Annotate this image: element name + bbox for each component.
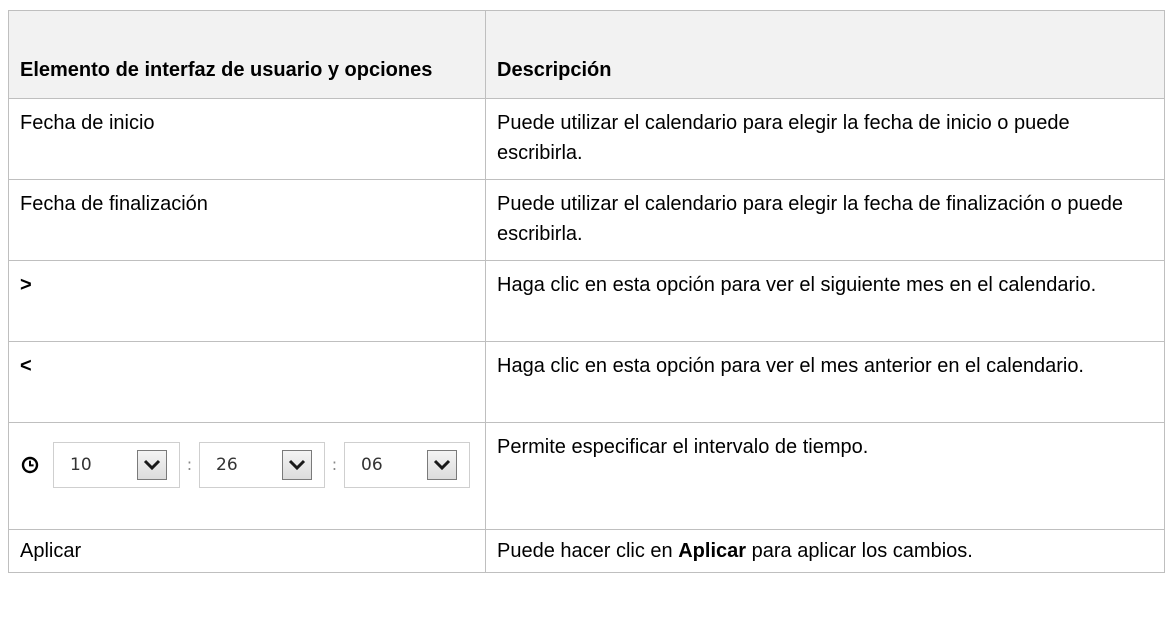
table-row: Fecha de inicio Puede utilizar el calend… [8, 98, 1165, 180]
table-row: > Haga clic en esta opción para ver el s… [8, 260, 1165, 342]
time-picker: 10 : 26 : 06 [20, 442, 475, 488]
row-description: Puede utilizar el calendario para elegir… [485, 179, 1165, 261]
table-header-row: Elemento de interfaz de usuario y opcion… [8, 10, 1165, 99]
description-text: para aplicar los cambios. [746, 540, 973, 562]
seconds-dropdown-button[interactable] [427, 450, 457, 480]
ui-options-table: Elemento de interfaz de usuario y opcion… [8, 10, 1165, 573]
header-ui-element: Elemento de interfaz de usuario y opcion… [8, 10, 486, 99]
table-row: Aplicar Puede hacer clic en Aplicar para… [8, 529, 1165, 573]
row-description: Puede utilizar el calendario para elegir… [485, 98, 1165, 180]
minutes-value: 26 [216, 455, 238, 475]
table-row: < Haga clic en esta opción para ver el m… [8, 341, 1165, 423]
row-description: Haga clic en esta opción para ver el sig… [485, 260, 1165, 342]
minutes-dropdown-button[interactable] [282, 450, 312, 480]
row-description: Permite especificar el intervalo de tiem… [485, 422, 1165, 530]
row-element-time-picker: 10 : 26 : 06 [8, 422, 486, 530]
chevron-down-icon [433, 459, 451, 471]
time-separator: : [331, 455, 338, 474]
chevron-down-icon [143, 459, 161, 471]
row-element-previous-month: < [8, 341, 486, 423]
row-element-start-date: Fecha de inicio [8, 98, 486, 180]
chevron-down-icon [288, 459, 306, 471]
apply-keyword: Aplicar [678, 540, 747, 562]
hours-value: 10 [70, 455, 92, 475]
row-description: Puede hacer clic en Aplicar para aplicar… [485, 529, 1165, 573]
table-row: 10 : 26 : 06 Permite especificar el inte… [8, 422, 1165, 530]
row-element-next-month: > [8, 260, 486, 342]
seconds-value: 06 [361, 455, 383, 475]
clock-icon [21, 456, 39, 474]
description-text: Puede hacer clic en [497, 540, 679, 562]
table-row: Fecha de finalización Puede utilizar el … [8, 179, 1165, 261]
hours-dropdown-button[interactable] [137, 450, 167, 480]
row-description: Haga clic en esta opción para ver el mes… [485, 341, 1165, 423]
hours-select[interactable]: 10 [53, 442, 180, 488]
row-element-end-date: Fecha de finalización [8, 179, 486, 261]
row-element-apply: Aplicar [8, 529, 486, 573]
minutes-select[interactable]: 26 [199, 442, 325, 488]
time-separator: : [186, 455, 193, 474]
seconds-select[interactable]: 06 [344, 442, 470, 488]
header-description: Descripción [485, 10, 1165, 99]
